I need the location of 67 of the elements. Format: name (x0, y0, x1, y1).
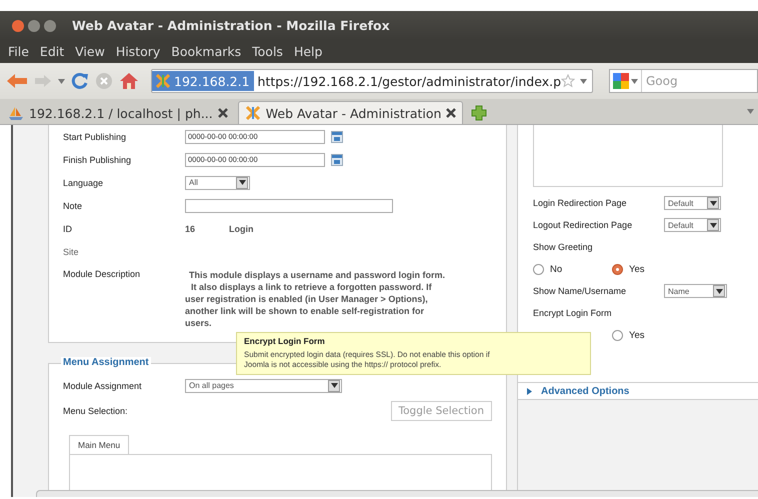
section-title: Menu Assignment (61, 357, 151, 368)
tooltip-title: Encrypt Login Form (244, 336, 326, 346)
tab-list-icon[interactable] (747, 109, 754, 114)
radio-button[interactable] (612, 264, 623, 274)
dropdown-select[interactable]: Default (664, 196, 721, 210)
radio-label: Yes (629, 264, 644, 274)
site-icon (244, 105, 261, 121)
calendar-icon[interactable] (331, 154, 343, 166)
dropdown-select[interactable]: Name (664, 284, 727, 298)
radio-label: Yes (629, 330, 644, 340)
minimize-button[interactable] (28, 20, 40, 32)
language-select[interactable]: All (185, 176, 250, 190)
menu-item[interactable]: File (8, 44, 29, 59)
dropdown-arrow-icon[interactable] (631, 78, 638, 84)
dropdown-select[interactable]: Default (664, 218, 721, 232)
field-label: ID (63, 224, 73, 234)
field-label: Show Greeting (533, 242, 593, 252)
close-icon[interactable] (218, 108, 228, 118)
field-label: Encrypt Login Form (533, 308, 612, 318)
field-label: Show Name/Username (533, 286, 628, 296)
id-value: 16 (185, 224, 196, 234)
module-type: Login (229, 224, 254, 234)
sailboat-icon (8, 106, 24, 120)
section-label: Site (63, 246, 80, 256)
menu-item[interactable]: View (75, 44, 105, 59)
radio-button[interactable] (533, 264, 544, 274)
radio-label: No (550, 264, 562, 274)
window-title: Web Avatar - Administration - Mozilla Firefox (72, 18, 390, 33)
field-label: Note (63, 200, 84, 210)
field-label: Language (63, 178, 104, 188)
history-dropdown-icon[interactable] (58, 78, 65, 84)
stop-icon[interactable] (95, 72, 113, 90)
menu-item[interactable]: Help (294, 44, 322, 59)
site-icon (156, 74, 170, 88)
radio-button[interactable] (612, 330, 623, 340)
maximize-button[interactable] (44, 20, 56, 32)
address-bar[interactable]: 192.168.2.1 https://192.168.2.1/gestor/administrator/index.p (151, 69, 593, 93)
field-label: Logout Redirection Page (533, 220, 634, 230)
menu-item[interactable]: Edit (40, 44, 64, 59)
advanced-options-toggle[interactable]: Advanced Options (518, 382, 758, 400)
close-icon[interactable] (446, 108, 456, 118)
site-identity: 192.168.2.1 (174, 74, 250, 88)
field-label: Start Publishing (63, 132, 128, 142)
close-button[interactable] (12, 20, 24, 32)
field-label: Module Assignment (63, 380, 143, 390)
calendar-icon[interactable] (331, 130, 343, 142)
field-label: Menu Selection: (63, 406, 129, 416)
menu-item[interactable]: History (116, 44, 160, 59)
module-description: This module displays a username and password login form. It also displays a link to retrieve a forgotten password. If user registration is enabled (in User Manager > Options), another link will be shown to enable self-registration for users. (185, 269, 446, 329)
bookmark-star-icon[interactable] (561, 74, 575, 88)
reload-icon[interactable] (71, 72, 89, 90)
search-engine-icon[interactable] (613, 73, 629, 89)
field-label: Login Redirection Page (533, 198, 628, 208)
field-label: Module Description (63, 269, 142, 279)
menu-item[interactable]: Bookmarks (171, 44, 242, 59)
menu-tab[interactable]: Main Menu (69, 435, 130, 454)
browser-tab[interactable]: Web Avatar - Administration (238, 101, 464, 124)
browser-tab[interactable]: 192.168.2.1 / localhost | ph... (2, 102, 234, 124)
field-label: Finish Publishing (63, 154, 132, 164)
back-icon[interactable] (6, 73, 28, 89)
text-area[interactable] (533, 125, 723, 187)
home-icon[interactable] (119, 72, 139, 90)
horizontal-scrollbar[interactable] (36, 490, 758, 497)
menu-item[interactable]: Tools (252, 44, 283, 59)
dropdown-select[interactable]: On all pages (185, 378, 342, 392)
note-field[interactable] (185, 198, 393, 212)
dropdown-arrow-icon[interactable] (580, 78, 587, 84)
